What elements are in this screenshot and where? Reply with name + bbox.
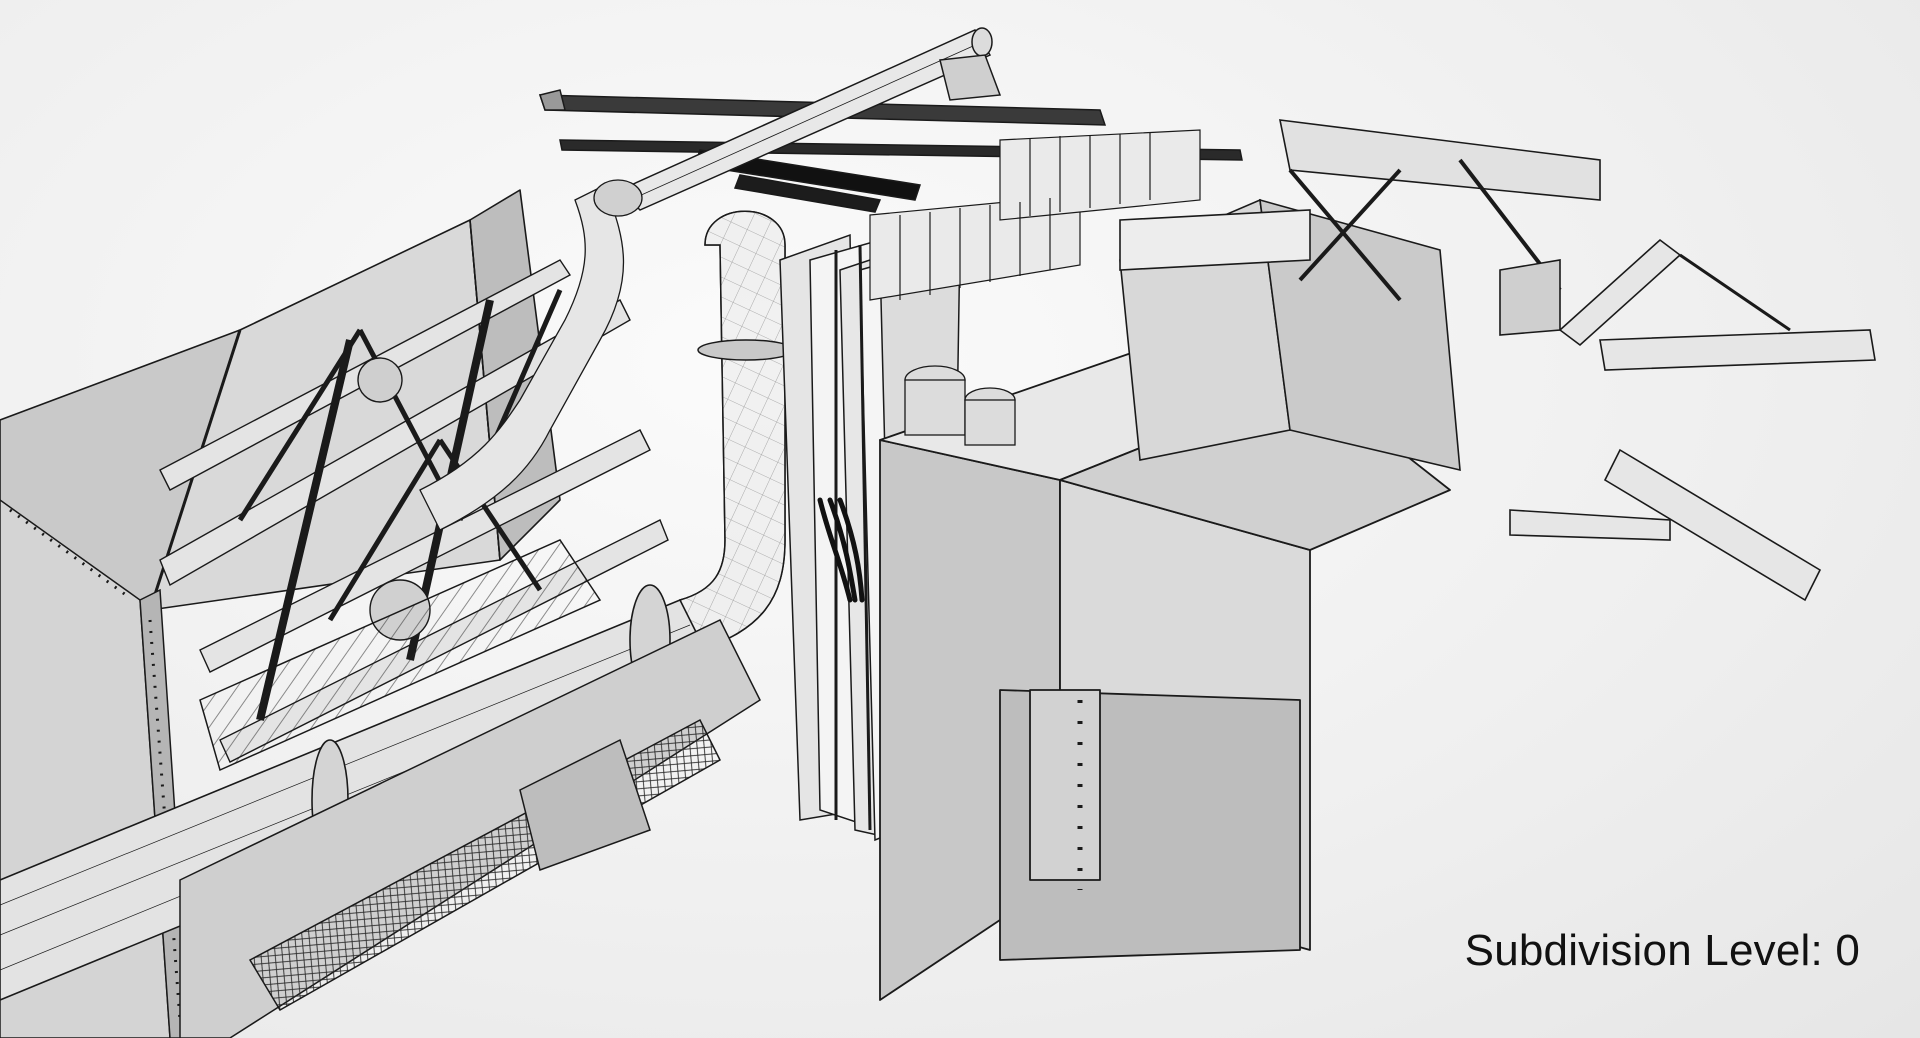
wireframe-render (0, 27, 1876, 1038)
right-arms (1509, 238, 1876, 602)
top-canisters (904, 365, 1016, 446)
subdivision-level-label: Subdivision Level: 0 (1464, 926, 1860, 975)
render-viewport: Subdivision Level: 0 (0, 0, 1920, 1038)
vertical-pipe (678, 210, 795, 651)
